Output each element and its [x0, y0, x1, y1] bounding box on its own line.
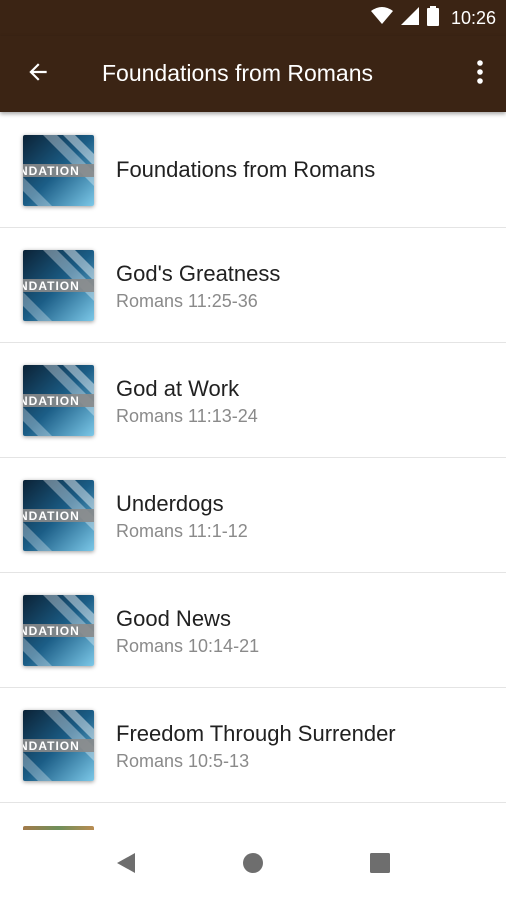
- nav-back-button[interactable]: [113, 852, 139, 878]
- svg-text:NDATION: NDATION: [23, 739, 80, 753]
- list-item[interactable]: NDATION Freedom Through Surrender Romans…: [0, 688, 506, 803]
- cell-signal-icon: [400, 6, 419, 30]
- item-subtitle: Romans 11:25-36: [116, 291, 258, 311]
- list-item[interactable]: NDATION God's Greatness Romans 11:25-36: [0, 228, 506, 343]
- home-circle-icon: [241, 851, 265, 880]
- item-title: God's Greatness: [116, 261, 281, 286]
- status-icons: 10:26: [370, 5, 496, 31]
- app-bar: Foundations from Romans: [0, 36, 506, 112]
- overflow-menu-button[interactable]: [468, 56, 492, 92]
- list-item[interactable]: NDATION God at Work Romans 11:13-24: [0, 343, 506, 458]
- list-item[interactable]: NDATION Underdogs Romans 11:1-12: [0, 458, 506, 573]
- nav-home-button[interactable]: [240, 852, 266, 878]
- list-item[interactable]: NDATION Foundations from Romans: [0, 113, 506, 228]
- item-title: Underdogs: [116, 491, 224, 516]
- status-time: 10:26: [450, 7, 496, 28]
- item-title: God at Work: [116, 376, 240, 401]
- back-button[interactable]: [20, 56, 56, 92]
- back-triangle-icon: [115, 851, 137, 880]
- item-title: Freedom Through Surrender: [116, 721, 396, 746]
- item-subtitle: Romans 11:1-12: [116, 521, 248, 541]
- series-thumbnail: NDATION: [23, 135, 94, 206]
- sermon-thumbnail: NDATION: [23, 595, 94, 666]
- sermon-thumbnail: NDATION: [23, 250, 94, 321]
- item-title: Good News: [116, 606, 231, 631]
- svg-text:NDATION: NDATION: [23, 164, 80, 178]
- status-bar: 10:26: [0, 0, 506, 36]
- sermon-list: NDATION Foundations from Romans NDATION …: [0, 113, 506, 830]
- sermon-thumbnail: NDATION: [23, 480, 94, 551]
- page-title: Foundations from Romans: [102, 60, 374, 86]
- svg-text:NDATION: NDATION: [23, 509, 80, 523]
- svg-text:NDATION: NDATION: [23, 394, 80, 408]
- list-item[interactable]: NDATION Good News Romans 10:14-21: [0, 573, 506, 688]
- svg-text:NDATION: NDATION: [23, 624, 80, 638]
- item-subtitle: Romans 10:5-13: [116, 751, 250, 771]
- arrow-back-icon: [25, 59, 51, 90]
- sermon-thumbnail: NDATION: [23, 365, 94, 436]
- nav-recents-button[interactable]: [367, 852, 393, 878]
- svg-text:NDATION: NDATION: [23, 279, 80, 293]
- more-vert-icon: [476, 59, 484, 90]
- system-nav-bar: [0, 830, 506, 900]
- wifi-icon: [370, 6, 393, 30]
- item-title: Foundations from Romans: [116, 157, 376, 182]
- item-subtitle: Romans 10:14-21: [116, 636, 260, 656]
- item-subtitle: Romans 11:13-24: [116, 406, 258, 426]
- sermon-thumbnail: NDATION: [23, 710, 94, 781]
- recents-square-icon: [369, 852, 391, 879]
- battery-icon: [426, 5, 439, 31]
